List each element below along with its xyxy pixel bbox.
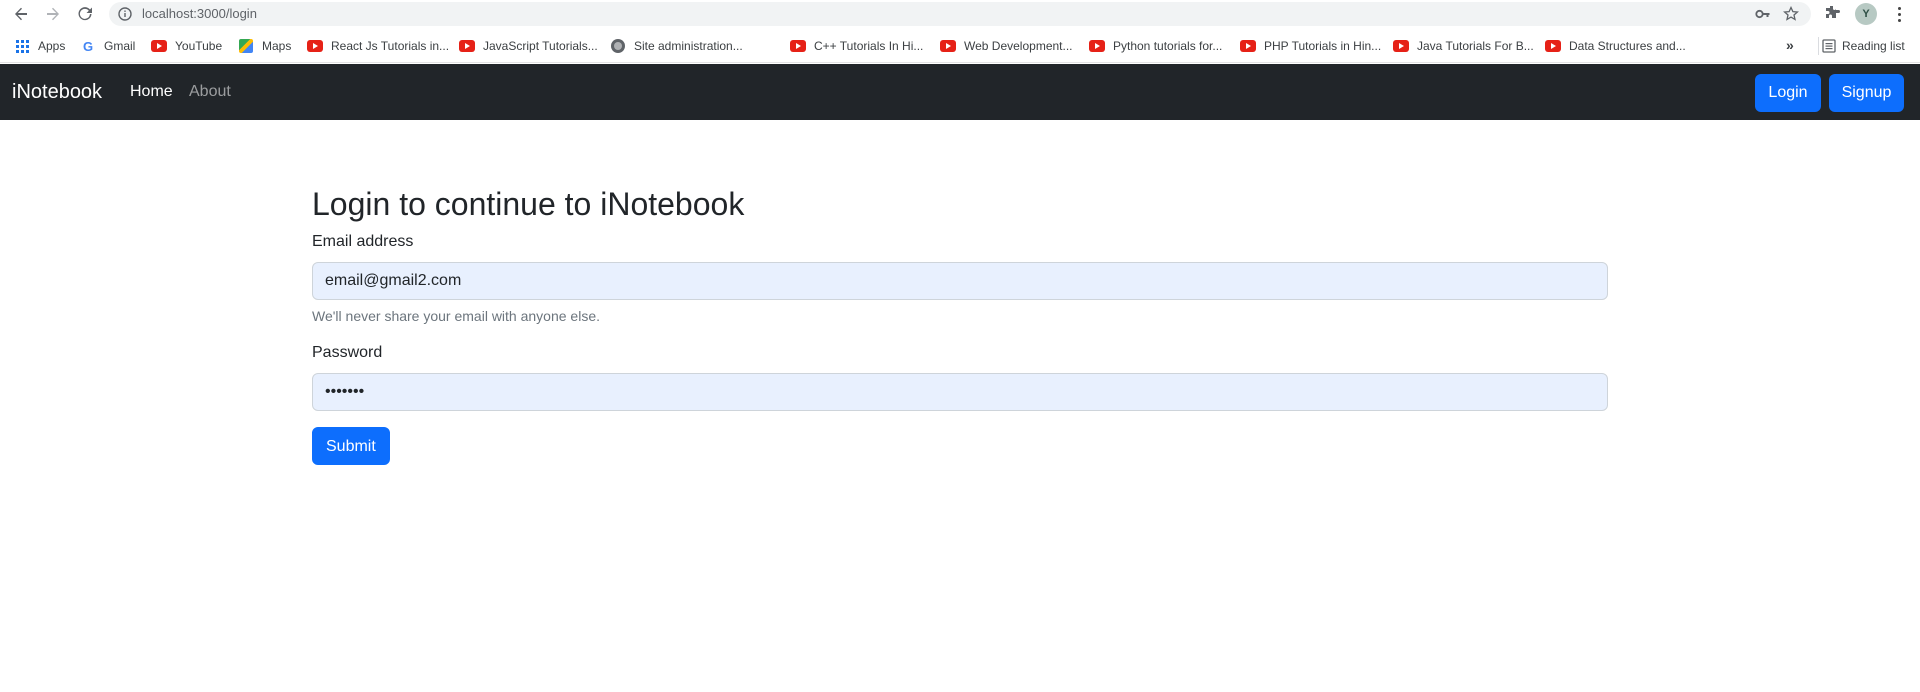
reading-list-label: Reading list — [1842, 39, 1905, 53]
bookmark-star-icon[interactable] — [1783, 5, 1799, 27]
bookmark-cpp-tutorials[interactable]: C++ Tutorials In Hi... — [790, 37, 923, 55]
bookmark-label: Java Tutorials For B... — [1417, 39, 1534, 53]
email-label: Email address — [312, 233, 414, 250]
bookmark-maps[interactable]: Maps — [238, 37, 291, 55]
back-arrow-icon[interactable] — [10, 3, 32, 25]
youtube-icon — [459, 38, 475, 54]
submit-button[interactable]: Submit — [312, 427, 390, 465]
youtube-icon — [307, 38, 323, 54]
bookmark-apps[interactable]: Apps — [14, 37, 65, 55]
browser-toolbar: localhost:3000/login Y — [0, 0, 1920, 28]
bookmark-javascript-tutorials[interactable]: JavaScript Tutorials... — [459, 37, 598, 55]
bookmark-label: Data Structures and... — [1569, 39, 1686, 53]
key-icon[interactable] — [1755, 7, 1771, 26]
bookmark-label: Maps — [262, 39, 292, 53]
bookmark-label: YouTube — [175, 39, 223, 53]
bookmarks-bar: Apps G Gmail YouTube Maps React Js Tutor… — [0, 28, 1920, 63]
bookmark-label: Web Development... — [964, 39, 1073, 53]
youtube-icon — [1240, 38, 1256, 54]
nav-link-about[interactable]: About — [189, 64, 231, 120]
bookmark-gmail[interactable]: G Gmail — [80, 37, 135, 55]
forward-arrow-icon[interactable] — [42, 3, 64, 25]
page-title: Login to continue to iNotebook — [312, 186, 745, 222]
email-help-text: We'll never share your email with anyone… — [312, 308, 600, 324]
password-field[interactable]: ••••••• — [312, 373, 1608, 411]
password-label: Password — [312, 344, 383, 361]
youtube-icon — [940, 38, 956, 54]
youtube-icon — [1089, 38, 1105, 54]
youtube-icon — [1393, 38, 1409, 54]
bookmark-label: PHP Tutorials in Hin... — [1264, 39, 1382, 53]
app-navbar: iNotebook Home About Login Signup — [0, 64, 1920, 120]
reading-list-icon — [1822, 39, 1836, 53]
bookmark-java-tutorials[interactable]: Java Tutorials For B... — [1393, 37, 1534, 55]
reading-list-button[interactable]: Reading list — [1818, 37, 1905, 55]
reload-icon[interactable] — [74, 3, 96, 25]
address-bar[interactable]: localhost:3000/login — [109, 2, 1811, 26]
bookmark-label: Apps — [38, 39, 66, 53]
signup-button[interactable]: Signup — [1829, 74, 1904, 112]
bookmark-label: JavaScript Tutorials... — [483, 39, 598, 53]
navbar-brand[interactable]: iNotebook — [12, 64, 102, 120]
google-icon: G — [82, 38, 94, 54]
youtube-icon — [151, 38, 167, 54]
bookmark-label: Python tutorials for... — [1113, 39, 1223, 53]
login-button[interactable]: Login — [1755, 74, 1821, 112]
bookmark-react-tutorials[interactable]: React Js Tutorials in... — [307, 37, 449, 55]
bookmark-youtube[interactable]: YouTube — [151, 37, 222, 55]
url-text: localhost:3000/login — [142, 6, 257, 21]
bookmark-web-development[interactable]: Web Development... — [940, 37, 1073, 55]
bookmark-label: C++ Tutorials In Hi... — [814, 39, 924, 53]
bookmark-label: React Js Tutorials in... — [331, 39, 450, 53]
bookmark-label: Gmail — [104, 39, 136, 53]
globe-icon — [610, 38, 626, 54]
browser-menu-icon[interactable] — [1889, 4, 1909, 24]
extensions-puzzle-icon[interactable] — [1823, 4, 1841, 27]
bookmark-data-structures[interactable]: Data Structures and... — [1545, 37, 1686, 55]
info-icon[interactable] — [118, 7, 132, 21]
bookmark-site-administration[interactable]: Site administration... — [610, 37, 743, 55]
login-form: Login to continue to iNotebook Email add… — [312, 184, 1608, 465]
maps-icon — [238, 38, 254, 54]
profile-avatar[interactable]: Y — [1855, 3, 1877, 25]
bookmark-python-tutorials[interactable]: Python tutorials for... — [1089, 37, 1222, 55]
nav-link-home[interactable]: Home — [130, 64, 173, 120]
youtube-icon — [1545, 38, 1561, 54]
youtube-icon — [790, 38, 806, 54]
apps-grid-icon — [14, 38, 30, 54]
bookmarks-overflow-icon[interactable]: » — [1786, 37, 1794, 53]
bookmark-label: Site administration... — [634, 39, 743, 53]
email-field[interactable]: email@gmail2.com — [312, 262, 1608, 300]
bookmark-php-tutorials[interactable]: PHP Tutorials in Hin... — [1240, 37, 1381, 55]
